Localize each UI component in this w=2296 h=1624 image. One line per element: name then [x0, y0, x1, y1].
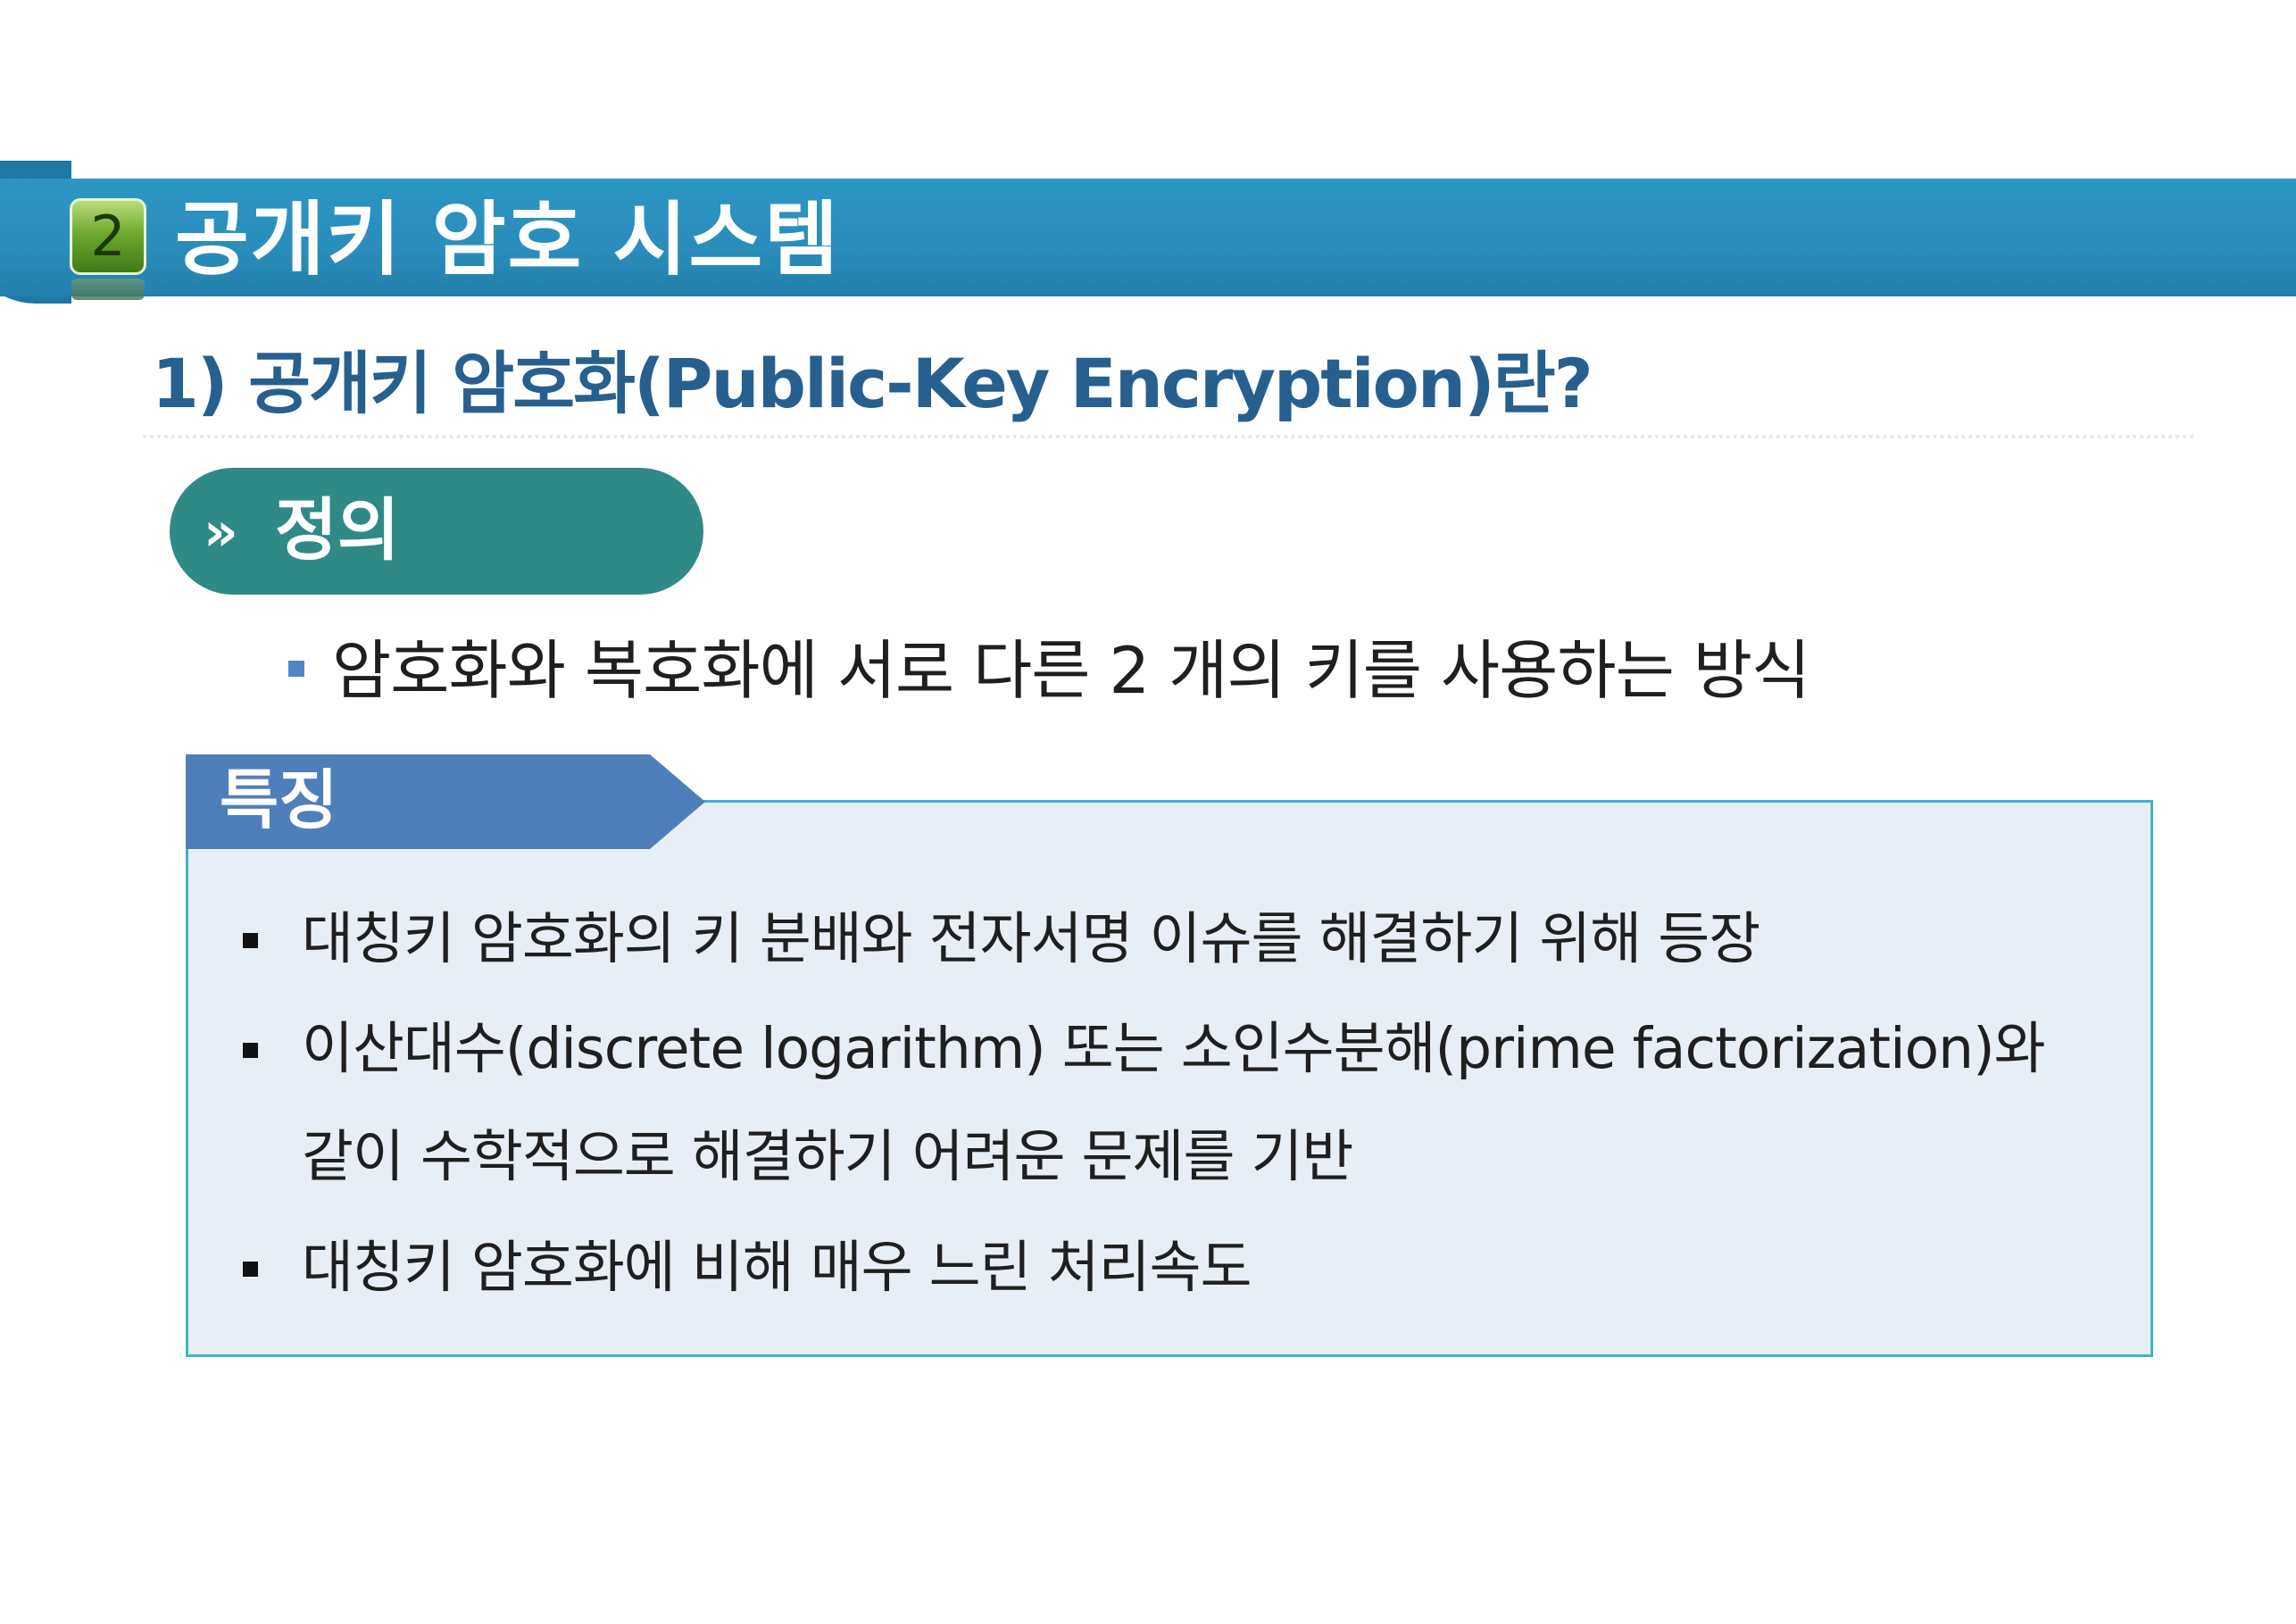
square-bullet-icon: [288, 661, 304, 677]
feature-item: 대칭키 암호화의 키 분배와 전자서명 이슈를 해결하기 위해 등장: [302, 906, 1760, 971]
feature-item: 대칭키 암호화에 비해 매우 느린 처리속도: [302, 1235, 1252, 1300]
square-bullet-icon: [243, 1262, 258, 1277]
section-badge-shadow: [71, 279, 145, 300]
section-number-badge: 2: [70, 198, 146, 275]
section-title: 공개키 암호 시스템: [175, 193, 841, 287]
definition-text: 암호화와 복호화에 서로 다른 2 개의 키를 사용하는 방식: [332, 633, 1810, 708]
feature-item-continuation: 같이 수학적으로 해결하기 어려운 문제를 기반: [302, 1124, 1353, 1189]
dotted-divider: [143, 435, 2196, 438]
definition-pill: [170, 468, 703, 595]
feature-item: 이산대수(discrete logarithm) 또는 소인수분해(prime …: [302, 1016, 2046, 1081]
definition-label: 정의: [275, 490, 400, 570]
features-label: 특징: [220, 762, 338, 837]
square-bullet-icon: [243, 933, 258, 948]
double-chevron-icon: »: [204, 501, 238, 563]
square-bullet-icon: [243, 1043, 258, 1058]
page-subtitle: 1) 공개키 암호화(Public-Key Encryption)란?: [152, 344, 1593, 423]
